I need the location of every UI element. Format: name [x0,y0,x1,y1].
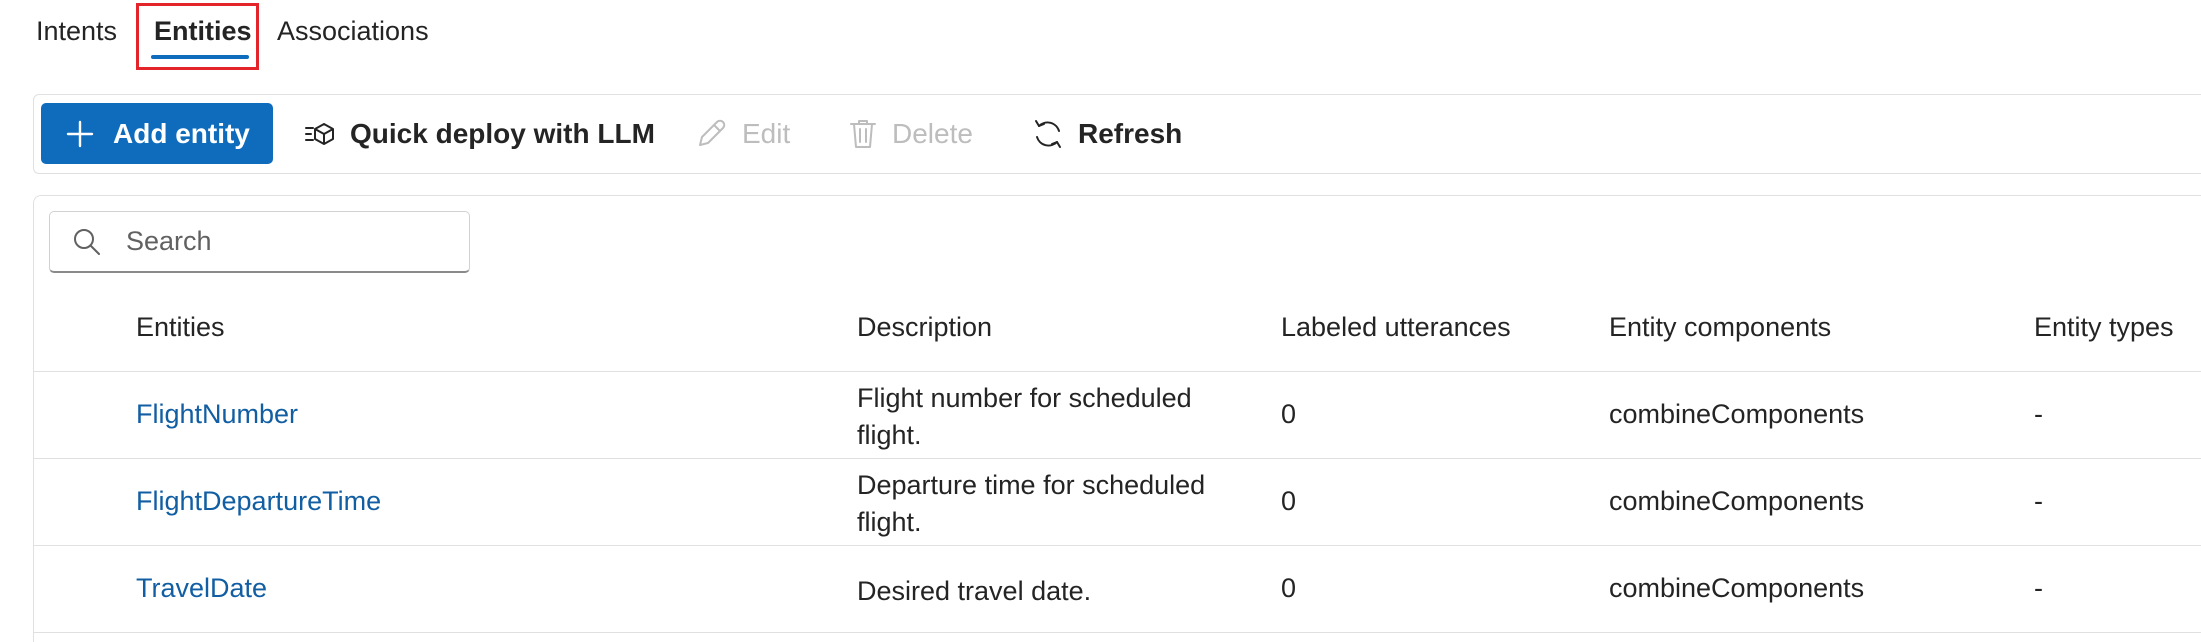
search-box[interactable] [49,211,470,273]
pencil-icon [694,117,728,151]
column-header-description[interactable]: Description [857,312,992,343]
column-header-entity-types[interactable]: Entity types [2034,312,2174,343]
labeled-utterances-count: 0 [1281,486,1297,516]
plus-icon [65,119,95,149]
refresh-button[interactable]: Refresh [1032,103,1182,164]
delete-button[interactable]: Delete [848,103,973,164]
delete-label: Delete [892,117,973,149]
labeled-utterances-count: 0 [1281,573,1297,603]
tab-intents[interactable]: Intents [36,16,117,47]
search-icon [72,227,102,257]
toolbar: Add entity Quick deploy with LLM Edit De… [33,94,2201,174]
entity-components: combineComponents [1609,486,1865,516]
entity-link[interactable]: TravelDate [136,573,267,604]
entity-description: Desired travel date. [857,576,1092,606]
table-row[interactable]: FlightDepartureTime Departure time for s… [34,459,2201,546]
edit-label: Edit [742,117,791,149]
column-header-entities[interactable]: Entities [136,312,225,343]
entities-table-card: Entities Description Labeled utterances … [33,195,2201,642]
tab-associations[interactable]: Associations [277,16,429,47]
entity-components: combineComponents [1609,573,1865,603]
highlight-box [136,3,259,70]
quick-deploy-label: Quick deploy with LLM [350,117,655,149]
table-row[interactable]: FlightNumber Flight number for scheduled… [34,372,2201,459]
table-header: Entities Description Labeled utterances … [34,276,2201,372]
entity-description: Flight number for scheduled flight. [857,383,1192,450]
table-row[interactable]: TravelDate Desired travel date. 0 combin… [34,546,2201,633]
entity-types: - [2034,573,2043,603]
entities-page: Intents Entities Associations Add entity… [0,0,2201,642]
entity-link[interactable]: FlightDepartureTime [136,486,381,517]
entity-types: - [2034,399,2043,429]
edit-button[interactable]: Edit [694,103,790,164]
refresh-label: Refresh [1078,117,1183,149]
search-input[interactable] [124,225,428,258]
add-entity-button[interactable]: Add entity [41,103,273,164]
quick-deploy-button[interactable]: Quick deploy with LLM [304,103,655,164]
refresh-icon [1032,117,1064,151]
labeled-utterances-count: 0 [1281,399,1297,429]
column-header-labeled-utterances[interactable]: Labeled utterances [1281,312,1511,343]
entity-types: - [2034,486,2043,516]
add-entity-label: Add entity [113,117,250,149]
trash-icon [848,117,878,151]
entity-link[interactable]: FlightNumber [136,399,298,430]
entity-components: combineComponents [1609,399,1865,429]
column-header-entity-components[interactable]: Entity components [1609,312,1831,343]
entity-description: Departure time for scheduled flight. [857,470,1206,537]
deploy-icon [304,121,336,147]
